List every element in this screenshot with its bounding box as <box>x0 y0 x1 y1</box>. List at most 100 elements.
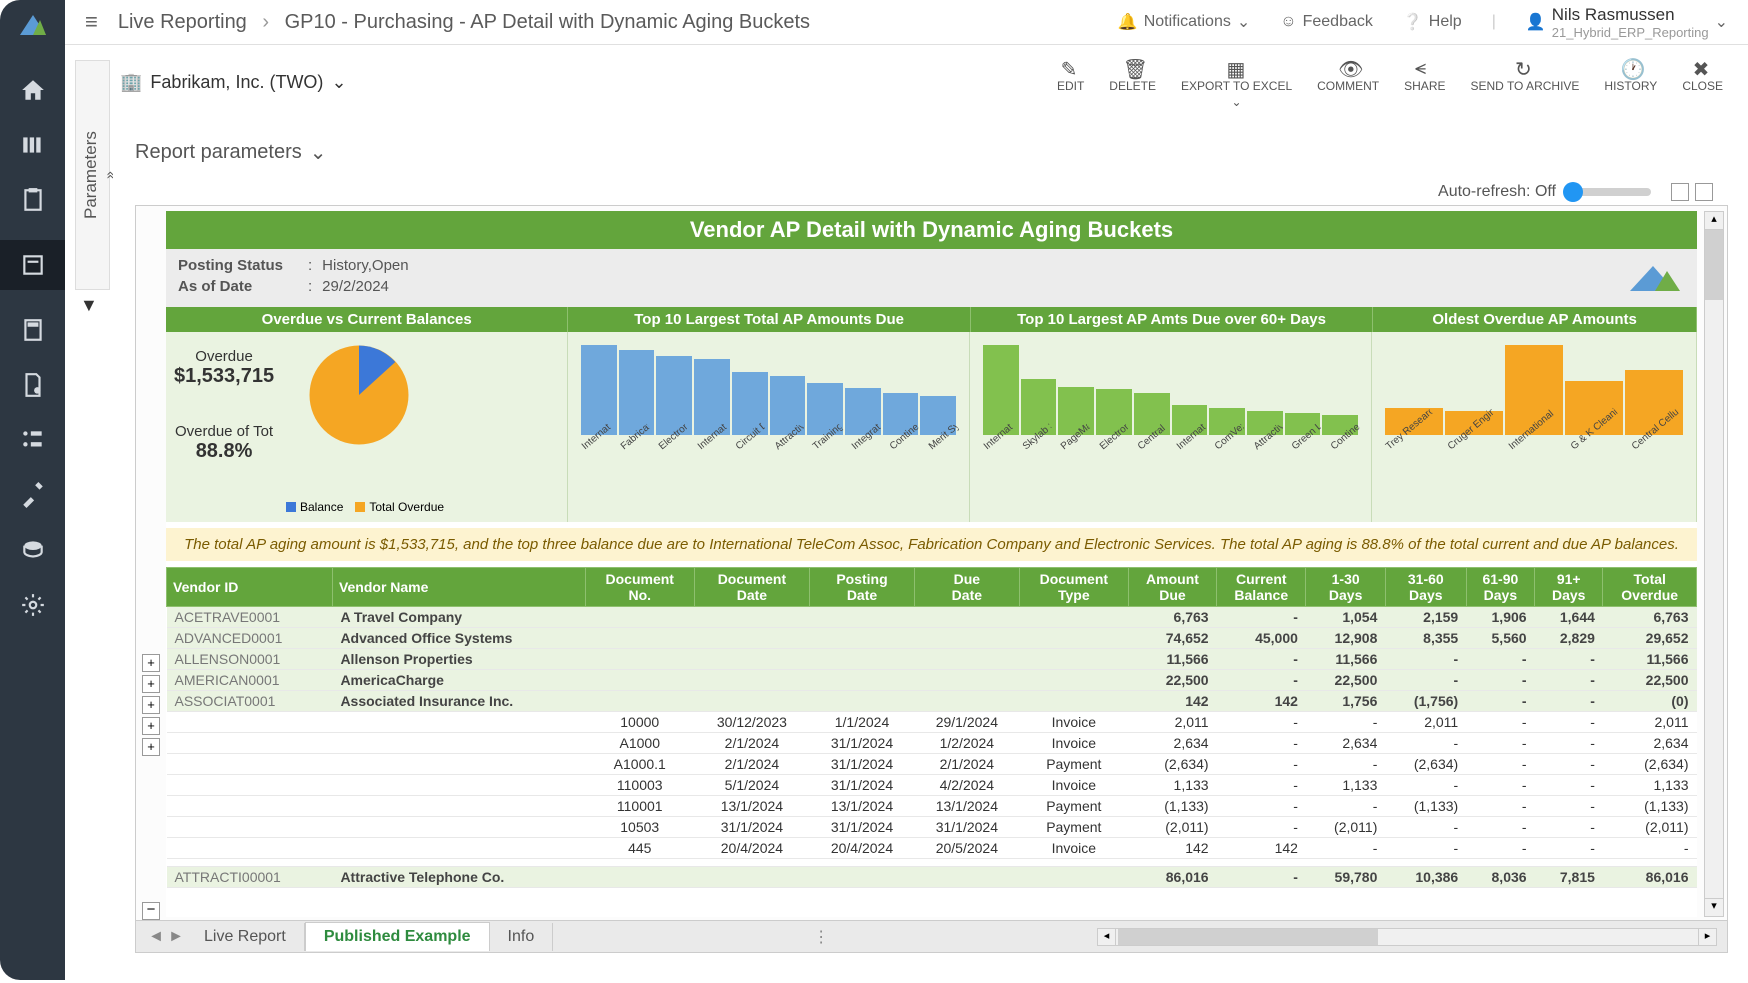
close-icon: ✖ <box>1693 57 1713 77</box>
auto-refresh-control: Auto-refresh: Off <box>1438 183 1713 201</box>
tab-prev-icon[interactable]: ◄ <box>146 928 166 946</box>
expand-row-button[interactable]: + <box>142 717 160 735</box>
breadcrumb-current: GP10 - Purchasing - AP Detail with Dynam… <box>285 11 810 33</box>
table-row: 1000030/12/20231/1/202429/1/2024Invoice … <box>167 712 1697 733</box>
notifications-button[interactable]: 🔔Notifications⌄ <box>1118 12 1250 32</box>
table-row: 44520/4/202420/4/202420/5/2024Invoice 14… <box>167 838 1697 859</box>
table-row: A10002/1/202431/1/20241/2/2024Invoice 2,… <box>167 733 1697 754</box>
expand-row-button[interactable]: + <box>142 675 160 693</box>
grid-view-icon[interactable] <box>1695 183 1713 201</box>
archive-icon: ↻ <box>1515 57 1535 77</box>
report-logo-icon <box>1625 261 1685 296</box>
table-row[interactable]: ADVANCED0001Advanced Office Systems 74,6… <box>167 628 1697 649</box>
table-row[interactable]: ATTRACTI00001Attractive Telephone Co. 86… <box>167 867 1697 888</box>
eye-icon: 👁 <box>1338 57 1358 77</box>
gear-icon[interactable] <box>18 590 48 620</box>
chevron-down-icon: ⌄ <box>310 140 327 165</box>
trash-icon: 🗑 <box>1123 57 1143 77</box>
building-icon: 🏢 <box>120 72 142 93</box>
asof-date-value: 29/2/2024 <box>322 278 389 295</box>
chevron-down-icon: ⌄ <box>1715 12 1728 32</box>
collapse-row-button[interactable]: − <box>142 902 160 920</box>
chevron-down-icon: ⌄ <box>1232 95 1242 109</box>
user-role: 21_Hybrid_ERP_Reporting <box>1552 25 1709 40</box>
chevron-down-icon: ⌄ <box>331 72 346 93</box>
parameters-panel-tab[interactable]: Parameters » <box>75 60 110 290</box>
company-name: Fabrikam, Inc. (TWO) <box>150 72 323 93</box>
user-menu[interactable]: 👤 Nils Rasmussen 21_Hybrid_ERP_Reporting… <box>1526 5 1728 40</box>
workflow-icon[interactable] <box>18 425 48 455</box>
chart-header-1: Overdue vs Current Balances <box>166 307 568 332</box>
tab-next-icon[interactable]: ► <box>166 928 186 946</box>
chevron-right-icon: › <box>262 11 269 33</box>
posting-status-label: Posting Status <box>178 257 298 274</box>
horizontal-scrollbar[interactable]: ◂▸ <box>1097 928 1717 946</box>
popout-icon[interactable] <box>1671 183 1689 201</box>
autorefresh-label: Auto-refresh: Off <box>1438 183 1556 201</box>
table-row[interactable]: ACETRAVE0001A Travel Company 6,763-1,054… <box>167 607 1697 628</box>
archive-button[interactable]: ↻SEND TO ARCHIVE <box>1470 57 1579 109</box>
bar-chart-60days: International Tel…Skylab Satellite I…Pag… <box>970 332 1372 522</box>
history-button[interactable]: 🕐HISTORY <box>1604 57 1657 109</box>
chart-header-2: Top 10 Largest Total AP Amounts Due <box>568 307 970 332</box>
bell-icon: 🔔 <box>1118 12 1138 32</box>
hamburger-icon[interactable]: ≡ <box>85 9 98 35</box>
help-button[interactable]: ❔Help <box>1403 12 1462 32</box>
share-button[interactable]: ⪪SHARE <box>1404 57 1445 109</box>
excel-icon: ▦ <box>1227 57 1247 77</box>
left-sidebar <box>0 0 65 980</box>
vertical-scrollbar[interactable]: ▴▾ <box>1704 211 1724 917</box>
smile-icon: ☺ <box>1280 13 1296 31</box>
delete-button[interactable]: 🗑DELETE <box>1109 57 1156 109</box>
tab-info[interactable]: Info <box>490 923 554 951</box>
table-row: 11000113/1/202413/1/202413/1/2024Payment… <box>167 796 1697 817</box>
chevron-down-icon: ⌄ <box>1237 12 1250 32</box>
feedback-button[interactable]: ☺Feedback <box>1280 13 1373 31</box>
export-excel-button[interactable]: ▦EXPORT TO EXCEL⌄ <box>1181 57 1292 109</box>
tools-icon[interactable] <box>18 480 48 510</box>
table-row: 1100035/1/202431/1/20244/2/2024Invoice 1… <box>167 775 1697 796</box>
tab-published-example[interactable]: Published Example <box>305 922 490 951</box>
company-selector[interactable]: 🏢 Fabrikam, Inc. (TWO) ⌄ <box>120 72 347 93</box>
comment-button[interactable]: 👁COMMENT <box>1317 57 1379 109</box>
report-icon[interactable] <box>0 240 65 290</box>
summary-text: The total AP aging amount is $1,533,715,… <box>166 528 1697 561</box>
clipboard-icon[interactable] <box>18 185 48 215</box>
question-icon: ❔ <box>1403 12 1423 32</box>
posting-status-value: History,Open <box>322 257 408 274</box>
edit-button[interactable]: ✎EDIT <box>1057 57 1084 109</box>
expand-row-button[interactable]: + <box>142 738 160 756</box>
table-row[interactable]: ASSOCIAT0001Associated Insurance Inc. 14… <box>167 691 1697 712</box>
chevron-icon: » <box>101 171 117 179</box>
expand-row-button[interactable]: + <box>142 654 160 672</box>
pie-chart: Overdue $1,533,715 Overdue of Tot 88.8% … <box>166 332 568 522</box>
close-button[interactable]: ✖CLOSE <box>1682 57 1723 109</box>
chart-header-4: Oldest Overdue AP Amounts <box>1373 307 1697 332</box>
tab-live-report[interactable]: Live Report <box>186 923 305 951</box>
report-viewer: + + + + + − Vendor AP Detail with Dynami… <box>135 205 1728 953</box>
ap-detail-table: Vendor IDVendor NameDocumentNo.DocumentD… <box>166 567 1697 888</box>
report-title: Vendor AP Detail with Dynamic Aging Buck… <box>166 211 1697 249</box>
asof-date-label: As of Date <box>178 278 298 295</box>
app-logo-icon <box>18 10 48 40</box>
report-parameters-toggle[interactable]: Report parameters ⌄ <box>135 140 327 165</box>
breadcrumb-root[interactable]: Live Reporting <box>118 11 247 33</box>
table-row[interactable]: ALLENSON0001Allenson Properties 11,566-1… <box>167 649 1697 670</box>
expand-row-button[interactable]: + <box>142 696 160 714</box>
library-icon[interactable] <box>18 130 48 160</box>
breadcrumb: Live Reporting › GP10 - Purchasing - AP … <box>118 11 1118 34</box>
calculator-icon[interactable] <box>18 315 48 345</box>
top-bar: ≡ Live Reporting › GP10 - Purchasing - A… <box>65 0 1748 45</box>
cloud-data-icon[interactable] <box>18 535 48 565</box>
filter-icon[interactable]: ▼ <box>80 295 98 316</box>
user-file-icon[interactable] <box>18 370 48 400</box>
autorefresh-toggle[interactable] <box>1566 188 1651 196</box>
chart-header-3: Top 10 Largest AP Amts Due over 60+ Days <box>971 307 1373 332</box>
bar-chart-top10-ap: International Tel…Fabrication Com…Electr… <box>568 332 970 522</box>
table-row[interactable]: AMERICAN0001AmericaCharge 22,500-22,500-… <box>167 670 1697 691</box>
table-row: 1050331/1/202431/1/202431/1/2024Payment … <box>167 817 1697 838</box>
bar-chart-oldest: Trey ResearchCruger Engineeri…Internatio… <box>1372 332 1697 522</box>
share-icon: ⪪ <box>1415 57 1435 77</box>
user-icon: 👤 <box>1526 12 1546 32</box>
home-icon[interactable] <box>18 75 48 105</box>
